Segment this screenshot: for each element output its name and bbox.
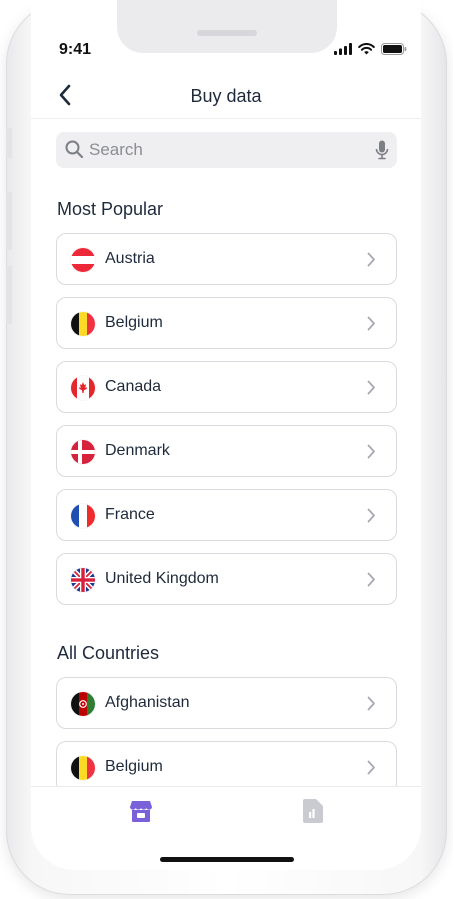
speaker-grille [197,30,257,36]
notch [117,0,337,53]
home-indicator [160,857,294,862]
country-name: United Kingdom [105,570,219,587]
battery-icon [381,42,407,60]
belgium-flag-icon [71,312,95,336]
status-icons [334,42,407,60]
search-bar[interactable] [56,132,397,168]
section-title-most-popular: Most Popular [57,199,164,219]
france-flag-icon [71,504,95,528]
chevron-right-icon [367,760,376,780]
search-icon [65,140,84,164]
wifi-icon [358,42,375,60]
phone-side-button [6,266,12,324]
microphone-icon[interactable] [375,140,389,165]
country-row-france[interactable]: France [56,489,397,541]
country-name: Belgium [105,758,163,775]
popular-country-list: Austria Belgium Canada Denmark France Un… [56,233,397,617]
nav-header: Buy data [31,80,421,119]
country-row-belgium[interactable]: Belgium [56,297,397,349]
chevron-right-icon [367,572,376,592]
belgium-flag-icon [71,756,95,780]
country-name: Belgium [105,314,163,331]
country-row-afghanistan[interactable]: Afghanistan [56,677,397,729]
country-row-united-kingdom[interactable]: United Kingdom [56,553,397,605]
country-name: Afghanistan [105,694,190,711]
country-row-canada[interactable]: Canada [56,361,397,413]
status-time: 9:41 [59,41,92,58]
uk-flag-icon [71,568,95,592]
denmark-flag-icon [71,440,95,464]
chevron-right-icon [367,380,376,400]
chevron-right-icon [367,316,376,336]
country-name: Austria [105,250,155,267]
chevron-right-icon [367,444,376,464]
afghanistan-flag-icon [71,692,95,716]
section-title-all-countries: All Countries [57,643,160,663]
austria-flag-icon [71,248,95,272]
country-name: Denmark [105,442,170,459]
signal-icon [334,42,352,60]
phone-side-button [6,192,12,250]
store-icon [129,801,153,827]
country-row-austria[interactable]: Austria [56,233,397,285]
chevron-right-icon [367,252,376,272]
tab-sim[interactable] [303,799,323,828]
search-input[interactable] [89,132,359,168]
chevron-right-icon [367,508,376,528]
bottom-tab-bar [31,786,421,870]
phone-side-button [6,128,12,158]
page-title: Buy data [190,86,262,106]
country-name: Canada [105,378,162,395]
country-row-denmark[interactable]: Denmark [56,425,397,477]
tab-store[interactable] [129,799,153,828]
app-screen: 9:41 Buy data Search Most Popular Austri… [31,0,421,870]
chevron-right-icon [367,696,376,716]
sim-card-icon [303,799,323,827]
country-name: France [105,506,155,523]
canada-flag-icon [71,376,95,400]
